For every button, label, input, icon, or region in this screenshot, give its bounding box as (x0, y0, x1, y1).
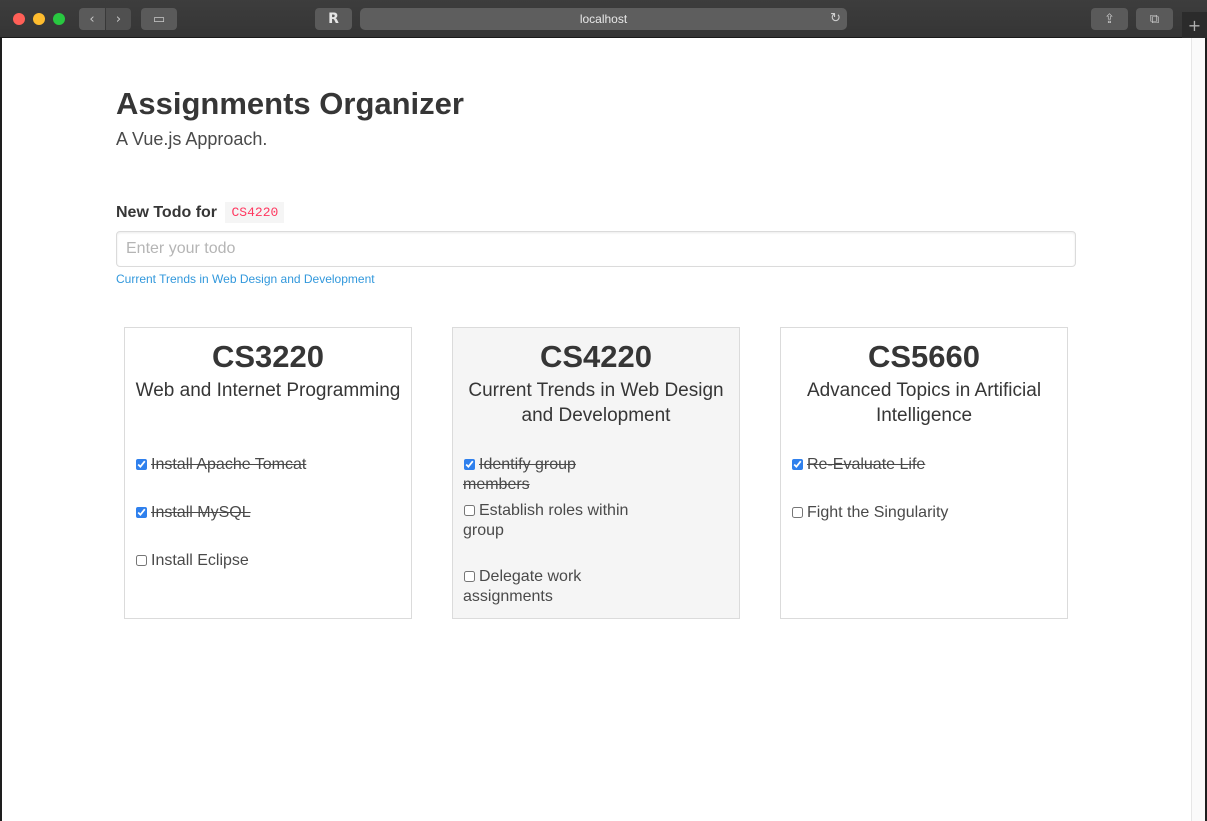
todo-checkbox[interactable] (136, 459, 147, 470)
address-url: localhost (579, 12, 628, 26)
back-icon[interactable]: ‹ (79, 8, 105, 30)
course-card-cs4220[interactable]: CS4220 Current Trends in Web Design and … (452, 327, 740, 619)
close-window-button[interactable] (13, 13, 25, 25)
tabs-overview-icon[interactable]: ⧉ (1136, 8, 1173, 30)
todo-checkbox[interactable] (136, 555, 147, 566)
todo-input[interactable] (116, 231, 1076, 267)
todo-text: Install Apache Tomcat (151, 456, 307, 473)
todo-text: Delegate work assignments (463, 568, 582, 605)
todo-checkbox[interactable] (464, 571, 475, 582)
todo-checkbox[interactable] (792, 459, 803, 470)
todo-item[interactable]: Install Eclipse (135, 551, 315, 571)
share-icon[interactable]: ⇪ (1091, 8, 1128, 30)
page-title: Assignments Organizer (116, 86, 464, 121)
todo-item[interactable]: Re-Evaluate Life (791, 455, 971, 475)
todo-item[interactable]: Delegate work assignments (463, 567, 643, 607)
todo-item[interactable]: Establish roles within group (463, 501, 643, 541)
todo-text: Install Eclipse (151, 552, 249, 569)
todo-item[interactable]: Install MySQL (135, 503, 315, 523)
todo-text: Identify group members (463, 456, 576, 493)
selected-course-code: CS4220 (225, 202, 285, 223)
sidebar-icon[interactable]: ▭ (141, 8, 177, 30)
course-name: Advanced Topics in Artificial Intelligen… (806, 380, 1042, 426)
reload-icon[interactable]: ↻ (830, 11, 841, 26)
todo-checkbox[interactable] (136, 507, 147, 518)
course-code: CS4220 (539, 339, 653, 374)
selected-course-help: Current Trends in Web Design and Develop… (116, 272, 375, 286)
course-name: Web and Internet Programming (135, 380, 401, 401)
page-subtitle: A Vue.js Approach. (116, 129, 268, 149)
todo-text: Fight the Singularity (807, 504, 949, 521)
zoom-window-button[interactable] (53, 13, 65, 25)
minimize-window-button[interactable] (33, 13, 45, 25)
course-card-cs3220[interactable]: CS3220 Web and Internet Programming Inst… (124, 327, 412, 619)
course-name: Current Trends in Web Design and Develop… (468, 380, 724, 426)
todo-item[interactable]: Fight the Singularity (791, 503, 971, 523)
course-code: CS3220 (211, 339, 325, 374)
page-content: Assignments Organizer A Vue.js Approach.… (2, 38, 1191, 821)
todo-item[interactable]: Install Apache Tomcat (135, 455, 315, 475)
todo-checkbox[interactable] (464, 459, 475, 470)
reader-icon[interactable]: R (315, 8, 352, 30)
todo-text: Re-Evaluate Life (807, 456, 926, 473)
course-code: CS5660 (867, 339, 981, 374)
new-todo-label-text: New Todo for (116, 204, 218, 221)
scrollbar-track[interactable] (1191, 38, 1205, 821)
todo-checkbox[interactable] (464, 505, 475, 516)
todo-text: Install MySQL (151, 504, 251, 521)
todo-checkbox[interactable] (792, 507, 803, 518)
address-bar[interactable]: localhost ↻ (360, 8, 847, 30)
todo-item[interactable]: Identify group members (463, 455, 643, 495)
course-card-cs5660[interactable]: CS5660 Advanced Topics in Artificial Int… (780, 327, 1068, 619)
todo-text: Establish roles within group (463, 502, 629, 539)
browser-titlebar: ‹ › ▭ R localhost ↻ ⇪ ⧉ + (0, 0, 1207, 38)
new-tab-icon[interactable]: + (1182, 12, 1207, 38)
new-todo-label: New Todo for CS4220 (116, 202, 285, 223)
forward-icon[interactable]: › (106, 8, 131, 30)
